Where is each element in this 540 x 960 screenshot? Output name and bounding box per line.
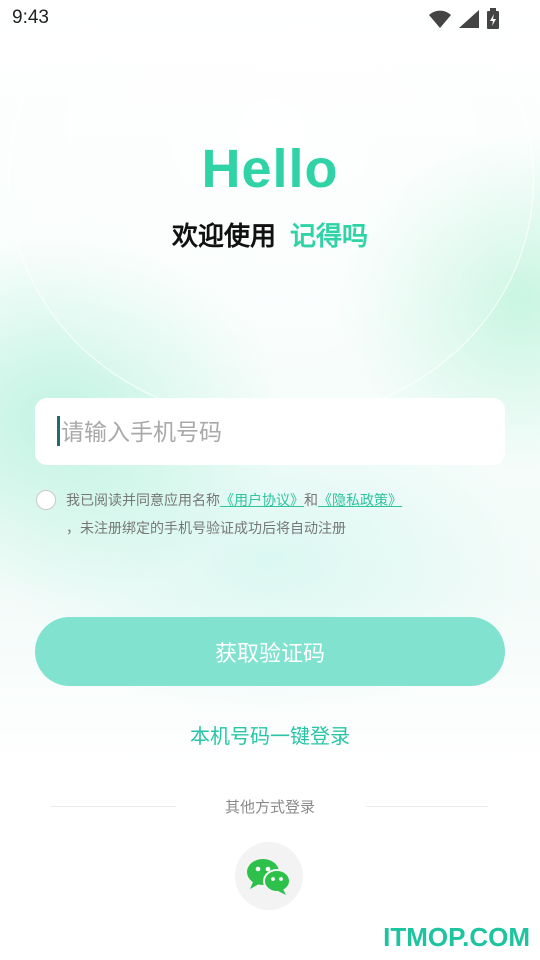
- phone-input[interactable]: [59, 398, 493, 467]
- phone-input-box[interactable]: [35, 398, 505, 467]
- hello-title: Hello: [201, 139, 339, 199]
- battery-icon: [487, 8, 499, 29]
- agreement-note: ，未注册绑定的手机号验证成功后将自动注册: [66, 521, 346, 537]
- wifi-icon: [429, 10, 451, 28]
- status-icons: [428, 8, 500, 30]
- divider-right: [366, 806, 488, 807]
- agreement-and: 和: [304, 493, 318, 509]
- agreement-text: 我已阅读并同意应用名称《用户协议》和《隐私政策》: [66, 490, 402, 510]
- one-key-login-link[interactable]: 本机号码一键登录: [0, 720, 540, 749]
- welcome-prefix: 欢迎使用: [171, 222, 276, 252]
- status-time: 9:43: [12, 7, 49, 28]
- agreement-prefix: 我已阅读并同意应用名称: [66, 493, 220, 509]
- privacy-policy-link[interactable]: 《隐私政策》: [318, 493, 402, 509]
- watermark-logo: ITMOP.COM: [383, 922, 530, 952]
- app-name: 记得吗: [290, 222, 369, 252]
- signal-icon: [459, 10, 479, 28]
- welcome-title: 欢迎使用 记得吗: [0, 216, 540, 253]
- wechat-icon: [247, 859, 291, 895]
- wechat-login-button[interactable]: [235, 842, 303, 910]
- get-code-button[interactable]: 获取验证码: [35, 617, 505, 686]
- user-agreement-link[interactable]: 《用户协议》: [220, 493, 304, 509]
- status-bar: 9:43: [0, 0, 540, 36]
- agreement-checkbox[interactable]: [36, 490, 56, 510]
